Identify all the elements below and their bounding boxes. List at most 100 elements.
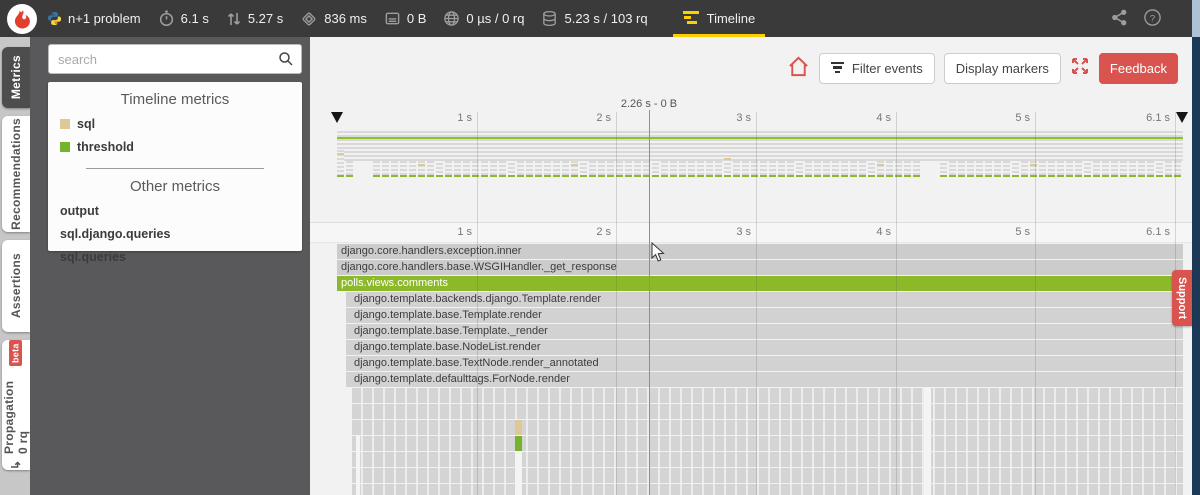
top-bar: n+1 problem 6.1 s 5.27 s 836 ms 0 B 0 µs… bbox=[0, 0, 1192, 37]
memory-stat: 0 B bbox=[384, 10, 426, 27]
sidebar-tab-assertions[interactable]: Assertions bbox=[2, 240, 30, 332]
gridline bbox=[1035, 112, 1036, 495]
help-icon[interactable]: ? bbox=[1143, 8, 1162, 30]
blackfire-logo-icon[interactable] bbox=[7, 3, 37, 34]
tab-timeline[interactable]: Timeline bbox=[671, 0, 768, 37]
ruler-tick-label: 1 s bbox=[457, 226, 472, 238]
minimap-green-dash bbox=[445, 175, 452, 177]
minimap-green-dash bbox=[409, 175, 416, 177]
minimap-column bbox=[409, 161, 416, 177]
minimap-column bbox=[1102, 161, 1109, 177]
minimap-column bbox=[382, 161, 389, 177]
minimap-green-dash bbox=[1111, 175, 1118, 177]
minimap-green-dash bbox=[958, 175, 965, 177]
minimap-green-dash bbox=[1066, 175, 1073, 177]
minimap-green-dash bbox=[805, 175, 812, 177]
feedback-button[interactable]: Feedback bbox=[1098, 53, 1178, 84]
minimap-green-dash bbox=[1021, 175, 1028, 177]
minimap-column bbox=[994, 161, 1001, 177]
minimap-column bbox=[418, 161, 425, 177]
timeline-span-bar[interactable]: django.template.backends.django.Template… bbox=[346, 292, 1183, 307]
display-markers-button[interactable]: Display markers bbox=[943, 53, 1061, 84]
sql-value: 5.23 s / 103 rq bbox=[564, 11, 648, 26]
sidebar-tab-metrics[interactable]: Metrics bbox=[2, 47, 30, 108]
minimap-green-dash bbox=[1075, 175, 1082, 177]
minimap-green-dash bbox=[526, 175, 533, 177]
minimap-green-dash bbox=[661, 175, 668, 177]
minimap-green-dash bbox=[877, 175, 884, 177]
search-input[interactable] bbox=[48, 44, 302, 74]
timeline-span-bar[interactable]: django.template.base.NodeList.render bbox=[346, 340, 1183, 355]
minimap-green-dash bbox=[625, 175, 632, 177]
timeline-span-label: django.core.handlers.base.WSGIHandler._g… bbox=[341, 261, 617, 273]
minimap-column bbox=[787, 161, 794, 177]
minimap-green-dash bbox=[850, 175, 857, 177]
minimap-green-dash bbox=[652, 175, 659, 177]
timeline-span-bar[interactable]: django.template.base.Template._render bbox=[346, 324, 1183, 339]
minimap-green-dash bbox=[508, 175, 515, 177]
minimap-column bbox=[724, 155, 731, 177]
database-icon bbox=[541, 10, 558, 27]
timeline-span-bar[interactable]: django.template.base.TextNode.render_ann… bbox=[346, 356, 1183, 371]
fullscreen-icon[interactable] bbox=[1070, 56, 1090, 81]
network-stat: 0 µs / 0 rq bbox=[443, 10, 524, 27]
minimap-green-dash bbox=[1156, 175, 1163, 177]
timeline-span-bar[interactable]: django.core.handlers.exception.inner bbox=[337, 244, 1183, 259]
minimap-handle-right[interactable] bbox=[1176, 112, 1188, 123]
timeline-toolbar: Filter events Display markers Feedback bbox=[787, 53, 1178, 84]
timeline-span-bar[interactable]: django.template.base.Template.render bbox=[346, 308, 1183, 323]
timeline-colored-segment[interactable] bbox=[515, 420, 522, 435]
home-icon[interactable] bbox=[787, 55, 810, 83]
metric-item[interactable]: output bbox=[60, 204, 302, 218]
minimap-green-dash bbox=[976, 175, 983, 177]
search-icon[interactable] bbox=[278, 51, 294, 72]
minimap-column bbox=[544, 161, 551, 177]
share-icon[interactable] bbox=[1111, 9, 1128, 29]
minimap-green-dash bbox=[571, 175, 578, 177]
minimap-column bbox=[625, 161, 632, 177]
metric-label: sql bbox=[77, 117, 96, 131]
other-metrics-list: output sql.django.queries sql.queries bbox=[48, 204, 302, 264]
minimap-green-dash bbox=[1012, 175, 1019, 177]
minimap-column bbox=[616, 161, 623, 177]
metric-legend-item[interactable]: sql bbox=[60, 117, 302, 131]
timeline-span-bar[interactable]: django.core.handlers.base.WSGIHandler._g… bbox=[337, 260, 1183, 275]
cursor-position-label: 2.26 s - 0 B bbox=[620, 98, 678, 110]
metric-legend-item[interactable]: threshold bbox=[60, 140, 302, 154]
minimap-green-dash bbox=[1120, 175, 1127, 177]
minimap-column bbox=[652, 155, 659, 177]
minimap-column bbox=[481, 161, 488, 177]
minimap-handle-left[interactable] bbox=[331, 112, 343, 123]
timeline-span-bar[interactable]: django.template.defaulttags.ForNode.rend… bbox=[346, 372, 1183, 387]
sidebar-tab-recommendations[interactable]: Recommendations bbox=[2, 116, 30, 232]
minimap-green-dash bbox=[913, 175, 920, 177]
sidebar-tab-propagation[interactable]: ↳ Propagation 0 rq beta bbox=[2, 340, 30, 470]
minimap-column bbox=[1138, 161, 1145, 177]
minimap-green-dash bbox=[490, 175, 497, 177]
minimap-green-dash bbox=[589, 175, 596, 177]
divider bbox=[86, 168, 264, 169]
gridline bbox=[616, 112, 617, 495]
metric-item[interactable]: sql.queries bbox=[60, 250, 302, 264]
minimap-column bbox=[436, 155, 443, 177]
timeline-colored-segment[interactable] bbox=[515, 436, 522, 451]
minimap-green-dash bbox=[706, 175, 713, 177]
minimap-column bbox=[1021, 161, 1028, 177]
minimap-green-dash bbox=[1093, 175, 1100, 177]
minimap-green-dash bbox=[688, 175, 695, 177]
io-wait-stat: 5.27 s bbox=[226, 11, 283, 27]
minimap-column bbox=[841, 161, 848, 177]
minimap-column bbox=[1156, 155, 1163, 177]
timeline-span-bar[interactable]: polls.views.comments bbox=[337, 276, 1183, 291]
metric-item[interactable]: sql.django.queries bbox=[60, 227, 302, 241]
minimap-column bbox=[454, 161, 461, 177]
ruler-tick-label: 2 s bbox=[596, 112, 611, 124]
minimap-green-dash bbox=[769, 175, 776, 177]
ruler-tick-label: 1 s bbox=[457, 112, 472, 124]
minimap-column bbox=[553, 161, 560, 177]
filter-events-button[interactable]: Filter events bbox=[818, 53, 935, 84]
minimap-column bbox=[733, 161, 740, 177]
minimap-column bbox=[490, 161, 497, 177]
minimap-green-dash bbox=[535, 175, 542, 177]
support-tab[interactable]: Support bbox=[1172, 270, 1192, 326]
